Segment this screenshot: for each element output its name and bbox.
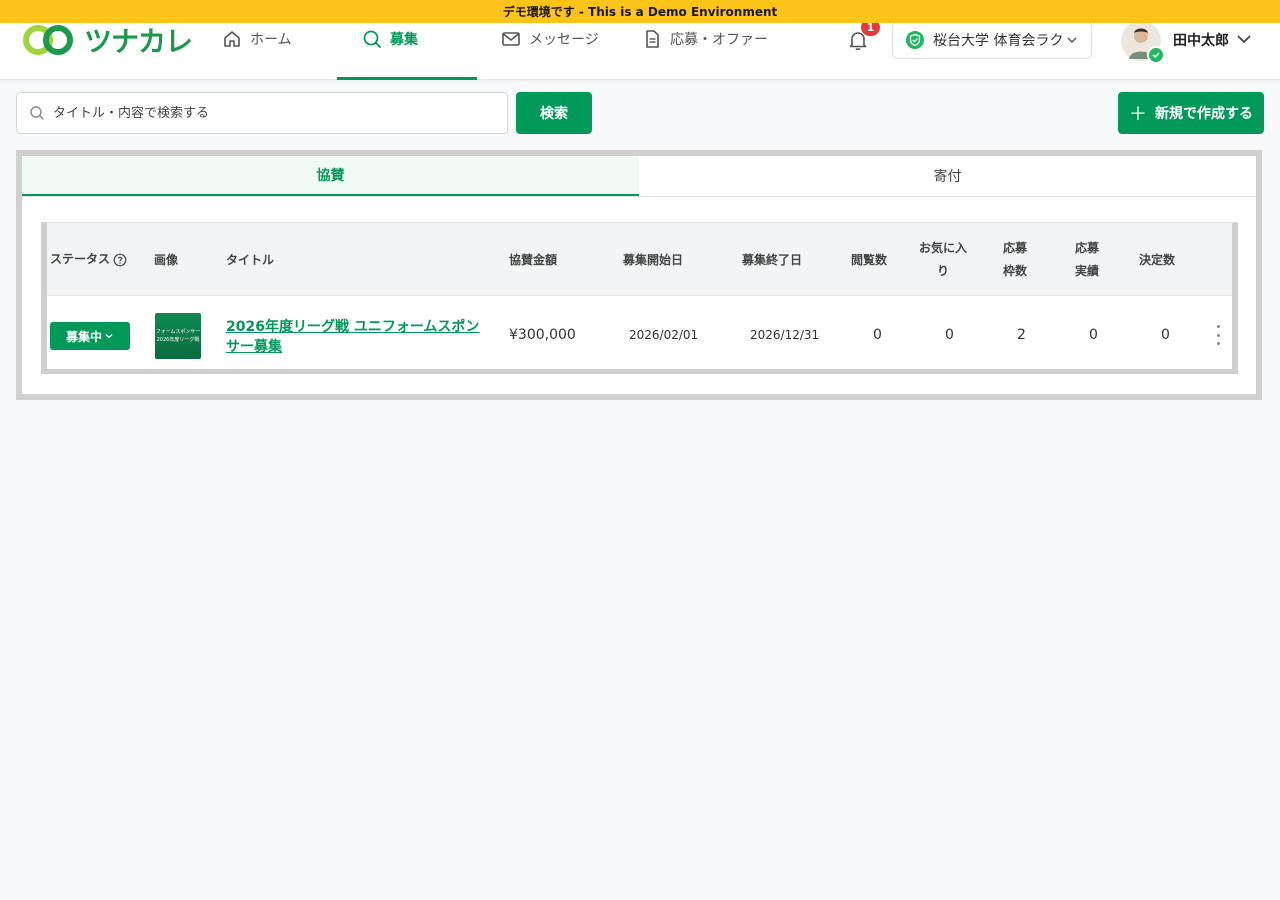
table-row[interactable]: 募集中 フォームスポンサー 2026年度リーグ戦 2026年度リーグ戦 ユニフォ… bbox=[47, 297, 1232, 369]
tab-donation[interactable]: 寄付 bbox=[639, 156, 1256, 196]
nav-applications-label: 応募・オファー bbox=[670, 32, 768, 48]
help-icon[interactable] bbox=[113, 253, 127, 267]
thumbnail-text-line1: フォームスポンサー bbox=[155, 329, 201, 335]
header-amount: 協賛金額 bbox=[509, 253, 558, 267]
header-status-label: ステータス bbox=[50, 252, 111, 266]
header-results: 応募 実績 bbox=[1067, 237, 1107, 283]
cell-slots: 2 bbox=[1017, 327, 1026, 343]
user-menu-chevron-icon[interactable] bbox=[1236, 31, 1252, 47]
cell-views: 0 bbox=[873, 327, 882, 343]
cell-favorites: 0 bbox=[945, 327, 954, 343]
verified-badge-icon bbox=[1147, 46, 1165, 64]
header-status: ステータス bbox=[50, 248, 127, 271]
recruitment-title-link[interactable]: 2026年度リーグ戦 ユニフォームスポンサー募集 bbox=[226, 317, 486, 357]
cell-results: 0 bbox=[1089, 327, 1098, 343]
status-dropdown[interactable]: 募集中 bbox=[50, 322, 130, 350]
cell-decided: 0 bbox=[1161, 327, 1170, 343]
recruitment-thumbnail[interactable]: フォームスポンサー 2026年度リーグ戦 bbox=[155, 313, 201, 359]
nav-applications[interactable]: 応募・オファー bbox=[642, 28, 768, 50]
mail-icon bbox=[502, 32, 520, 46]
header-results-line2: 実績 bbox=[1074, 264, 1099, 278]
logo-icon bbox=[23, 25, 73, 55]
create-new-label: 新規で作成する bbox=[1155, 105, 1253, 121]
nav-messages[interactable]: メッセージ bbox=[501, 28, 599, 50]
header-slots: 応募 枠数 bbox=[995, 237, 1035, 283]
header-image: 画像 bbox=[154, 253, 179, 267]
user-name[interactable]: 田中太郎 bbox=[1173, 30, 1229, 50]
avatar[interactable] bbox=[1121, 21, 1165, 64]
thumbnail-text-line2: 2026年度リーグ戦 bbox=[156, 337, 200, 343]
header-favorites: お気に入 り bbox=[915, 237, 971, 283]
plus-icon: ＋ bbox=[1129, 104, 1147, 124]
search-field[interactable] bbox=[16, 92, 508, 134]
row-menu-kebab-icon[interactable] bbox=[1212, 325, 1224, 345]
header-decided: 決定数 bbox=[1139, 253, 1176, 267]
header-results-line1: 応募 bbox=[1074, 241, 1099, 255]
logo-text: ツナカレ bbox=[84, 25, 193, 58]
header-end-date: 募集終了日 bbox=[742, 253, 803, 267]
recruitment-table: ステータス 画像 タイトル 協賛金額 募集開始日 募集終了日 閲覧数 お気に入 … bbox=[41, 222, 1238, 374]
table-header: ステータス 画像 タイトル 協賛金額 募集開始日 募集終了日 閲覧数 お気に入 … bbox=[47, 223, 1232, 296]
header-views: 閲覧数 bbox=[851, 253, 888, 267]
cell-end-date: 2026/12/31 bbox=[750, 328, 820, 342]
demo-banner: デモ環境です - This is a Demo Environment bbox=[0, 0, 1280, 23]
search-button[interactable]: 検索 bbox=[516, 92, 592, 134]
header-slots-line1: 応募 bbox=[1002, 241, 1027, 255]
cell-start-date: 2026/02/01 bbox=[629, 328, 699, 342]
org-name: 桜台大学 体育会ラク bbox=[933, 33, 1064, 49]
header-favorites-line1: お気に入 bbox=[918, 241, 967, 255]
cell-amount: ¥300,000 bbox=[509, 327, 576, 343]
logo[interactable]: ツナカレ bbox=[22, 22, 193, 58]
nav-messages-label: メッセージ bbox=[529, 32, 599, 48]
search-icon bbox=[363, 30, 381, 48]
header-start-date: 募集開始日 bbox=[623, 253, 684, 267]
status-label: 募集中 bbox=[65, 329, 102, 344]
recruitment-panel: 協賛 寄付 ステータス 画像 タイトル 協賛金額 募集開始日 募集終了日 閲覧数… bbox=[16, 150, 1262, 400]
create-new-button[interactable]: ＋ 新規で作成する bbox=[1118, 92, 1264, 134]
home-icon bbox=[224, 31, 240, 47]
document-icon bbox=[646, 30, 659, 48]
shield-check-icon bbox=[906, 31, 924, 49]
tab-sponsorship[interactable]: 協賛 bbox=[22, 156, 639, 196]
tab-bar: 協賛 寄付 bbox=[22, 156, 1256, 197]
search-input[interactable] bbox=[53, 105, 473, 121]
org-selector[interactable]: 桜台大学 体育会ラク bbox=[892, 21, 1092, 59]
nav-recruit-label: 募集 bbox=[390, 32, 418, 48]
nav-home[interactable]: ホーム bbox=[222, 28, 292, 50]
header-favorites-line2: り bbox=[936, 264, 949, 278]
nav-home-label: ホーム bbox=[250, 32, 292, 48]
search-icon bbox=[30, 106, 44, 120]
nav-active-indicator bbox=[337, 77, 477, 80]
header-slots-line2: 枠数 bbox=[1002, 264, 1027, 278]
chevron-down-icon bbox=[1067, 37, 1077, 44]
nav-recruit[interactable]: 募集 bbox=[362, 28, 418, 50]
header-title: タイトル bbox=[226, 253, 275, 267]
chevron-down-icon bbox=[105, 334, 113, 339]
